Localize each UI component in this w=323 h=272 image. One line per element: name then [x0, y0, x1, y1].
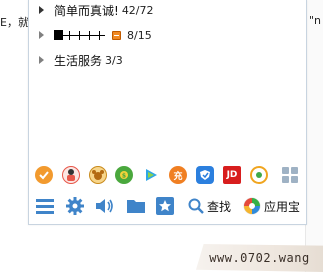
vip-badge-icon	[112, 30, 121, 40]
search-button[interactable]: 查找	[188, 195, 231, 217]
app-store-button[interactable]: 应用宝	[243, 195, 300, 217]
tencent-video-icon[interactable]	[142, 166, 160, 184]
favorites-button[interactable]	[156, 195, 174, 217]
background-page-text-right: "n	[308, 14, 321, 27]
folder-icon	[127, 200, 145, 213]
group-online-count: 42/72	[121, 3, 154, 17]
qq-security-icon[interactable]	[196, 166, 214, 184]
app-store-label: 应用宝	[264, 199, 301, 214]
bottom-toolbar: 查找 应用宝	[29, 195, 306, 219]
qq-music-icon[interactable]	[250, 166, 268, 184]
contact-group-2[interactable]: 8/15	[29, 25, 306, 45]
qq-show-icon[interactable]	[62, 166, 80, 184]
qq-wallet-icon[interactable]: $	[115, 166, 133, 184]
masked-group-name	[54, 29, 105, 41]
recharge-icon[interactable]: 充	[169, 166, 187, 184]
main-menu-button[interactable]	[36, 195, 54, 217]
collapsed-arrow-icon[interactable]	[39, 6, 44, 14]
group-online-count: 3/3	[105, 53, 123, 67]
group-online-count: 8/15	[127, 28, 152, 42]
contact-group-3[interactable]: 生活服务 3/3	[29, 50, 306, 70]
site-watermark: www.0702.wang	[196, 244, 323, 272]
gear-icon	[66, 197, 84, 215]
qq-contact-panel: 简单而真诚! 42/72 8/15 生活服务 3/3 $ 充 JD 查找 应用宝	[28, 0, 307, 225]
group-name: 简单而真诚!	[54, 3, 119, 18]
search-icon	[188, 198, 204, 214]
star-box-icon	[156, 197, 174, 215]
collapsed-arrow-icon[interactable]	[39, 31, 44, 39]
app-grid-icon[interactable]	[281, 166, 299, 184]
svg-text:$: $	[122, 173, 126, 180]
collapsed-arrow-icon[interactable]	[39, 56, 44, 64]
background-page-text: E，就	[0, 16, 29, 29]
sound-button[interactable]	[95, 195, 115, 217]
group-name: 生活服务	[54, 53, 103, 68]
qq-pet-icon[interactable]	[89, 166, 107, 184]
speaker-icon	[96, 199, 113, 213]
jd-icon[interactable]: JD	[223, 166, 241, 184]
contact-group-1[interactable]: 简单而真诚! 42/72	[29, 0, 306, 20]
background-page-strip: "n	[305, 0, 323, 272]
qq-tasks-icon[interactable]	[35, 166, 53, 184]
app-store-icon	[243, 197, 261, 215]
settings-button[interactable]	[66, 195, 84, 217]
hamburger-menu-icon	[36, 199, 54, 214]
app-bar: $ 充 JD	[29, 166, 306, 188]
search-label: 查找	[207, 199, 232, 214]
file-manager-button[interactable]	[127, 195, 145, 217]
